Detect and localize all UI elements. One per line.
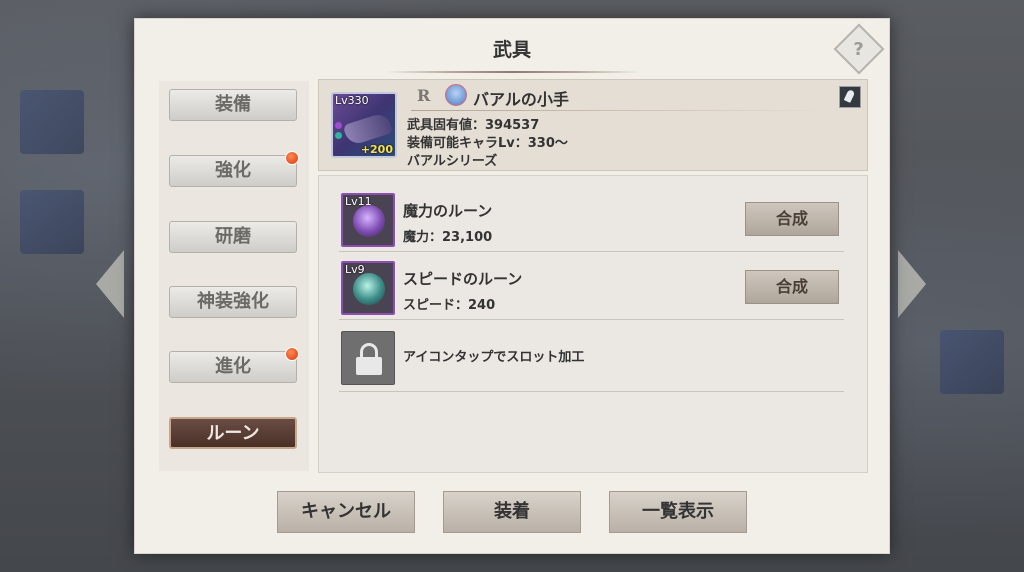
tab-equip[interactable]: 装備 [169,89,297,121]
background-tile [940,330,1004,394]
background-tile [20,190,84,254]
list-view-button[interactable]: 一覧表示 [609,491,747,533]
combine-button[interactable]: 合成 [745,202,839,236]
next-arrow-icon[interactable] [898,250,926,318]
tab-rune[interactable]: ルーン [169,417,297,449]
rune-panel: Lv11 魔力のルーン 魔力：23,100 合成 Lv9 スピードのルーン スピ… [318,175,868,473]
help-button[interactable]: ? [833,23,885,75]
item-header: Lv330 +200 R バアルの小手 武具固有値：394537 装備可能キャラ… [318,79,868,171]
notification-badge [285,151,299,165]
item-divider [411,110,831,111]
tab-evolve[interactable]: 進化 [169,351,297,383]
help-icon: ? [853,38,864,60]
element-icon [445,84,467,106]
tab-enhance[interactable]: 強化 [169,155,297,187]
rune-orb-icon [353,273,385,305]
weapon-dialog: 武具 ? 装備 強化 研磨 神装強化 進化 ルーン Lv330 +200 R バ… [134,18,890,554]
equip-button[interactable]: 装着 [443,491,581,533]
item-equip-level: 装備可能キャラLv：330〜 [407,136,568,151]
item-level: Lv330 [335,94,369,107]
dialog-title: 武具 [492,39,531,61]
notification-badge [285,347,299,361]
gauntlet-icon [342,111,394,147]
list-item: Lv9 スピードのルーン スピード：240 合成 [339,258,844,320]
rune-name: 魔力のルーン [403,202,493,220]
lock-toggle-icon[interactable] [839,86,861,108]
list-item: Lv11 魔力のルーン 魔力：23,100 合成 [339,190,844,252]
item-unique-value: 武具固有値：394537 [407,118,540,133]
item-series: バアルシリーズ [407,154,498,169]
slot-hint-text: アイコンタップでスロット加工 [403,350,585,365]
rune-stat: 魔力：23,100 [403,230,493,245]
rune-name: スピードのルーン [403,270,523,288]
rune-stat: スピード：240 [403,298,496,313]
gauntlet-item-icon[interactable]: Lv330 +200 [331,92,397,158]
combine-button[interactable]: 合成 [745,270,839,304]
rune-gem-icon [335,132,342,139]
background-tile [20,90,84,154]
item-plus-value: +200 [360,143,393,156]
side-tabs: 装備 強化 研磨 神装強化 進化 ルーン [159,81,309,471]
rune-level: Lv9 [345,263,365,276]
tab-polish[interactable]: 研磨 [169,221,297,253]
previous-arrow-icon[interactable] [96,250,124,318]
rune-level: Lv11 [345,195,372,208]
tab-divine-enhance[interactable]: 神装強化 [169,286,297,318]
rarity-label: R [417,86,431,105]
lock-body [356,357,382,375]
speed-rune-icon[interactable]: Lv9 [341,261,395,315]
magic-rune-icon[interactable]: Lv11 [341,193,395,247]
lock-icon[interactable] [341,331,395,385]
list-item: アイコンタップでスロット加工 [339,326,844,392]
rune-orb-icon [353,205,385,237]
item-name: バアルの小手 [473,90,569,109]
title-divider [385,71,641,73]
rune-gem-icon [335,122,342,129]
cancel-button[interactable]: キャンセル [277,491,415,533]
